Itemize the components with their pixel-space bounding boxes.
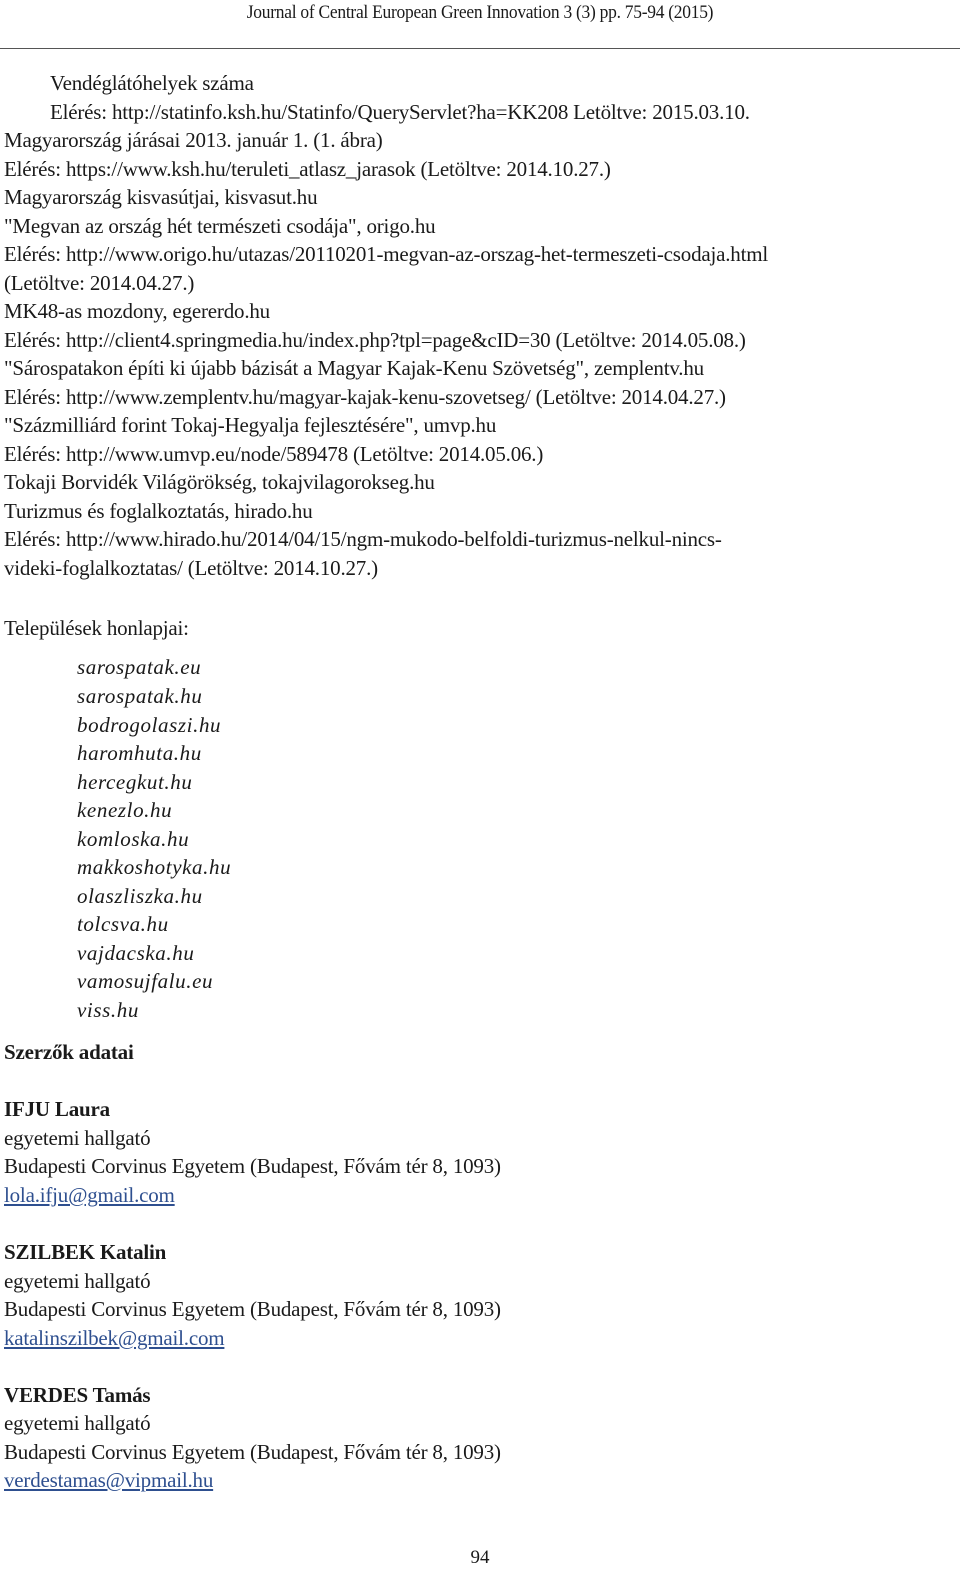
reference-line: "Sárospatakon építi ki újabb bázisát a M… bbox=[4, 356, 704, 380]
reference-line: Elérés: http://statinfo.ksh.hu/Statinfo/… bbox=[50, 100, 750, 124]
author-name: VERDES Tamás bbox=[4, 1383, 151, 1407]
author-role: egyetemi hallgató bbox=[4, 1411, 151, 1435]
reference-line: Vendéglátóhelyek száma bbox=[50, 71, 254, 95]
author-email-link[interactable]: lola.ifju@gmail.com bbox=[4, 1183, 175, 1207]
website-item: tolcsva.hu bbox=[77, 912, 169, 936]
reference-line: Magyarország kisvasútjai, kisvasut.hu bbox=[4, 185, 318, 209]
website-item: hercegkut.hu bbox=[77, 770, 193, 794]
author-email-link[interactable]: katalinszilbek@gmail.com bbox=[4, 1326, 225, 1350]
author-affiliation: Budapesti Corvinus Egyetem (Budapest, Fő… bbox=[4, 1297, 501, 1321]
author-name: IFJU Laura bbox=[4, 1097, 110, 1121]
author-affiliation: Budapesti Corvinus Egyetem (Budapest, Fő… bbox=[4, 1154, 501, 1178]
reference-line: (Letöltve: 2014.04.27.) bbox=[4, 271, 195, 295]
website-item: bodrogolaszi.hu bbox=[77, 713, 222, 737]
website-item: haromhuta.hu bbox=[77, 741, 202, 765]
website-item: vajdacska.hu bbox=[77, 941, 195, 965]
authors-heading: Szerzők adatai bbox=[4, 1040, 134, 1064]
reference-line: Magyarország járásai 2013. január 1. (1.… bbox=[4, 128, 383, 152]
website-item: sarospatak.hu bbox=[77, 684, 203, 708]
reference-line: Tokaji Borvidék Világörökség, tokajvilag… bbox=[4, 470, 435, 494]
author-affiliation: Budapesti Corvinus Egyetem (Budapest, Fő… bbox=[4, 1440, 501, 1464]
reference-line: Elérés: http://www.zemplentv.hu/magyar-k… bbox=[4, 385, 726, 409]
website-item: olaszliszka.hu bbox=[77, 884, 203, 908]
running-header: Journal of Central European Green Innova… bbox=[246, 2, 714, 23]
reference-line: MK48-as mozdony, egererdo.hu bbox=[4, 299, 270, 323]
website-item: vamosujfalu.eu bbox=[77, 969, 214, 993]
reference-line: Elérés: http://www.umvp.eu/node/589478 (… bbox=[4, 442, 544, 466]
website-item: makkoshotyka.hu bbox=[77, 855, 232, 879]
website-item: viss.hu bbox=[77, 998, 139, 1022]
website-item: komloska.hu bbox=[77, 827, 190, 851]
reference-line: Elérés: http://www.origo.hu/utazas/20110… bbox=[4, 242, 768, 266]
author-role: egyetemi hallgató bbox=[4, 1269, 151, 1293]
reference-line: videki-foglalkoztatas/ (Letöltve: 2014.1… bbox=[4, 556, 378, 580]
reference-line: Elérés: https://www.ksh.hu/teruleti_atla… bbox=[4, 157, 611, 181]
reference-line: Elérés: http://www.hirado.hu/2014/04/15/… bbox=[4, 527, 722, 551]
websites-heading: Települések honlapjai: bbox=[4, 616, 189, 640]
reference-line: "Megvan az ország hét természeti csodája… bbox=[4, 214, 436, 238]
author-role: egyetemi hallgató bbox=[4, 1126, 151, 1150]
author-email-link[interactable]: verdestamas@vipmail.hu bbox=[4, 1468, 213, 1492]
author-name: SZILBEK Katalin bbox=[4, 1240, 167, 1264]
reference-line: Elérés: http://client4.springmedia.hu/in… bbox=[4, 328, 746, 352]
header-rule bbox=[0, 48, 960, 49]
page-number: 94 bbox=[470, 1547, 490, 1568]
reference-line: Turizmus és foglalkoztatás, hirado.hu bbox=[4, 499, 313, 523]
website-item: sarospatak.eu bbox=[77, 655, 202, 679]
reference-line: "Százmilliárd forint Tokaj-Hegyalja fejl… bbox=[4, 413, 497, 437]
website-item: kenezlo.hu bbox=[77, 798, 173, 822]
